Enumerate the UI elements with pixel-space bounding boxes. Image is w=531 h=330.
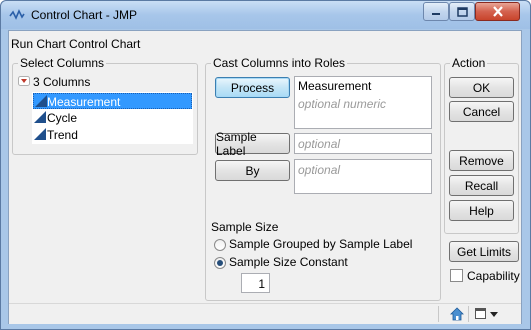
get-limits-button[interactable]: Get Limits bbox=[449, 241, 519, 262]
title-bar[interactable]: Control Chart - JMP bbox=[1, 1, 530, 29]
list-item[interactable]: Cycle bbox=[33, 110, 192, 126]
help-button[interactable]: Help bbox=[449, 200, 514, 221]
action-group: Action OK Cancel Remove Recall Help bbox=[444, 56, 519, 234]
capability-label[interactable]: Capability bbox=[467, 269, 520, 283]
window-title: Control Chart - JMP bbox=[31, 8, 138, 22]
sample-label-placeholder: optional bbox=[298, 137, 341, 151]
continuous-column-icon bbox=[35, 95, 47, 107]
minimize-icon bbox=[432, 12, 440, 15]
column-name-cycle: Cycle bbox=[47, 111, 78, 125]
sample-size-constant-radio[interactable] bbox=[214, 257, 226, 269]
select-columns-group: Select Columns 3 Columns Measurement Cyc… bbox=[12, 56, 198, 155]
close-icon bbox=[492, 6, 503, 17]
status-bar bbox=[9, 303, 521, 324]
sample-size-constant-label[interactable]: Sample Size Constant bbox=[229, 255, 348, 269]
cast-columns-group: Cast Columns into Roles Process Measurem… bbox=[205, 56, 441, 301]
column-count-label: 3 Columns bbox=[33, 75, 91, 89]
close-button[interactable] bbox=[475, 2, 520, 21]
column-list[interactable]: Measurement Cycle Trend bbox=[32, 92, 193, 144]
by-role-list[interactable]: optional bbox=[294, 159, 432, 194]
sample-size-label: Sample Size bbox=[211, 220, 279, 234]
minimize-button[interactable] bbox=[423, 2, 449, 21]
dialog-client-area: Run Chart Control Chart Select Columns 3… bbox=[8, 30, 522, 324]
remove-button[interactable]: Remove bbox=[449, 150, 514, 171]
list-item[interactable]: Measurement bbox=[33, 93, 192, 109]
collapse-triangle-icon[interactable] bbox=[18, 76, 30, 86]
ok-button[interactable]: OK bbox=[449, 77, 514, 98]
status-divider bbox=[438, 306, 439, 322]
report-title: Run Chart Control Chart bbox=[11, 37, 141, 51]
sample-grouped-label[interactable]: Sample Grouped by Sample Label bbox=[229, 237, 412, 251]
window-list-icon[interactable] bbox=[475, 308, 487, 320]
home-icon[interactable] bbox=[450, 307, 464, 321]
by-button[interactable]: By bbox=[215, 160, 290, 181]
cancel-button[interactable]: Cancel bbox=[449, 101, 514, 122]
column-name-trend: Trend bbox=[47, 128, 78, 142]
process-button[interactable]: Process bbox=[215, 77, 290, 98]
recall-button[interactable]: Recall bbox=[449, 175, 514, 196]
maximize-button[interactable] bbox=[449, 2, 475, 21]
sample-size-input[interactable]: 1 bbox=[241, 273, 270, 293]
sample-grouped-radio[interactable] bbox=[214, 239, 226, 251]
sample-label-button[interactable]: Sample Label bbox=[215, 130, 290, 158]
list-item[interactable]: Trend bbox=[33, 127, 192, 143]
status-divider bbox=[468, 306, 469, 322]
process-role-list[interactable]: Measurement optional numeric bbox=[294, 76, 432, 129]
column-name-measurement: Measurement bbox=[47, 95, 121, 109]
select-columns-legend: Select Columns bbox=[18, 56, 107, 70]
process-value: Measurement bbox=[298, 79, 372, 93]
jmp-app-icon bbox=[9, 9, 25, 20]
process-placeholder: optional numeric bbox=[298, 97, 387, 111]
continuous-column-icon bbox=[34, 111, 46, 123]
action-legend: Action bbox=[450, 56, 488, 70]
cast-columns-legend: Cast Columns into Roles bbox=[211, 56, 348, 70]
dialog-window: Control Chart - JMP Run Chart Control Ch… bbox=[0, 0, 531, 330]
by-placeholder: optional bbox=[298, 163, 341, 177]
capability-checkbox[interactable] bbox=[450, 269, 463, 282]
sample-label-role-list[interactable]: optional bbox=[294, 133, 432, 154]
continuous-column-icon bbox=[34, 128, 46, 140]
maximize-icon bbox=[456, 6, 468, 17]
chevron-down-icon[interactable] bbox=[490, 312, 498, 317]
